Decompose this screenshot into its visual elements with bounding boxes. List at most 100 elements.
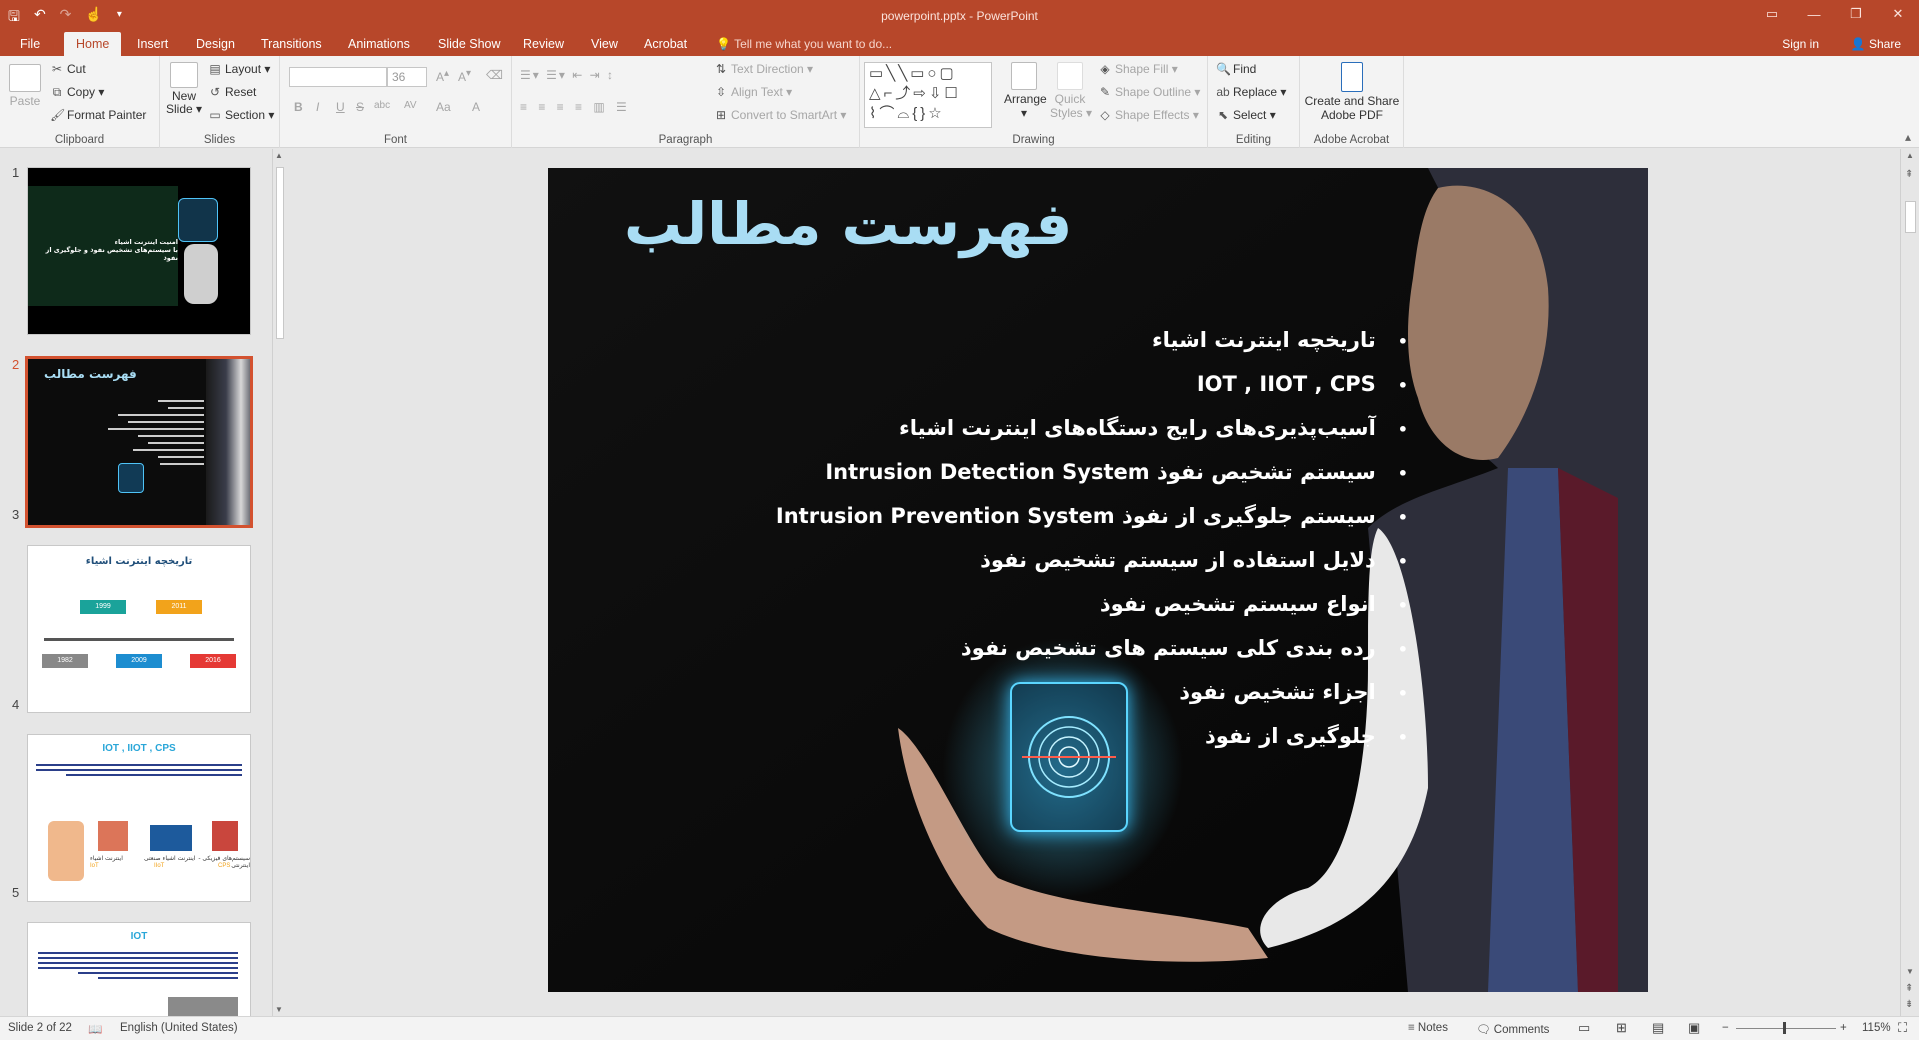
toc-item[interactable]: • IOT , IIOT , CPS: [776, 362, 1408, 406]
shape-outline-button[interactable]: ✎ Shape Outline ▾: [1098, 85, 1200, 99]
convert-smartart-button[interactable]: ⊞ Convert to SmartArt ▾: [714, 108, 846, 122]
thumb3-title: تاریخچه اینترنت اشیاء: [85, 556, 193, 567]
slideshow-icon[interactable]: ▣: [1688, 1020, 1700, 1036]
ribbon-display-icon[interactable]: ▭: [1751, 0, 1793, 28]
normal-view-icon[interactable]: ▭: [1578, 1020, 1590, 1036]
thumbnail-scroll-thumb[interactable]: [276, 167, 284, 339]
thumbnail-scrollbar[interactable]: ▲ ▼: [272, 149, 286, 1016]
tab-acrobat[interactable]: Acrobat: [636, 32, 695, 56]
toc-item[interactable]: • رده بندی کلی سیستم های تشخیص نفوذ: [776, 626, 1408, 670]
toc-item[interactable]: • آسیب‌پذیری‌های رایج دستگاه‌های اینترنت …: [776, 406, 1408, 450]
clear-formatting-icon[interactable]: ⌫: [486, 68, 503, 82]
find-button[interactable]: 🔍 Find: [1216, 62, 1256, 76]
main-scroll-thumb[interactable]: [1905, 201, 1916, 233]
new-slide-button[interactable]: New Slide ▾: [166, 62, 202, 116]
italic-button[interactable]: I: [316, 100, 319, 114]
tab-insert[interactable]: Insert: [129, 32, 176, 56]
shapes-gallery[interactable]: ▭╲╲▭○▢ △⌐⤴⇨⇩☐ ⌇⌒⌓{}☆: [864, 62, 992, 128]
format-painter-button[interactable]: 🖌 Format Painter: [50, 108, 146, 122]
next-slide-button[interactable]: ⇟: [1905, 999, 1913, 1010]
text-direction-button[interactable]: ⇅ Text Direction ▾: [714, 62, 813, 76]
close-icon[interactable]: ✕: [1877, 0, 1919, 28]
grow-font-icon[interactable]: A▴: [436, 68, 449, 84]
font-size-input[interactable]: 36: [387, 67, 427, 87]
tab-slide-show[interactable]: Slide Show: [430, 32, 509, 56]
toc-list[interactable]: •تاریخچه اینترنت اشیاء •IOT , IIOT , CPS •…: [776, 318, 1408, 758]
minimize-icon[interactable]: —: [1793, 0, 1835, 28]
reset-button[interactable]: ↺ Reset: [208, 85, 256, 99]
section-button[interactable]: ▭ Section ▾: [208, 108, 274, 122]
toc-item[interactable]: • جلوگیری از نفوذ: [776, 714, 1408, 758]
tab-review[interactable]: Review: [515, 32, 572, 56]
change-case-button[interactable]: Aa: [436, 100, 451, 114]
tab-file[interactable]: File: [12, 32, 48, 56]
toc-item[interactable]: • دلایل استفاده از سیستم تشخیص نفوذ: [776, 538, 1408, 582]
character-spacing-button[interactable]: AV: [404, 100, 417, 111]
text-shadow-button[interactable]: abc: [374, 100, 390, 111]
slide-title[interactable]: فهرست مطالب: [624, 190, 1072, 258]
thumbnail-slide-2[interactable]: فهرست مطالب: [25, 356, 253, 528]
shape-effects-button[interactable]: ◇ Shape Effects ▾: [1098, 108, 1198, 122]
bullet-icon: •: [1397, 332, 1408, 351]
tab-home[interactable]: Home: [64, 32, 122, 56]
share-button[interactable]: 👤 Share: [1851, 32, 1901, 56]
notes-button[interactable]: ≡ Notes: [1408, 1022, 1448, 1034]
slide-sorter-icon[interactable]: ⊞: [1616, 1020, 1627, 1036]
language-indicator[interactable]: English (United States): [120, 1022, 238, 1034]
toc-item[interactable]: • اجزاء تشخیص نفوذ: [776, 670, 1408, 714]
zoom-slider-thumb[interactable]: [1783, 1022, 1786, 1034]
strikethrough-button[interactable]: S: [356, 100, 364, 114]
scroll-up-icon[interactable]: ▲: [1906, 151, 1914, 160]
thumbnail-slide-4[interactable]: IOT , IIOT , CPS اینترنت اشیاء IoT اینتر…: [27, 734, 251, 902]
layout-button[interactable]: ▤ Layout ▾: [208, 62, 270, 76]
fit-to-window-icon[interactable]: ⛶: [1898, 1020, 1907, 1036]
copy-button[interactable]: ⧉ Copy ▾: [50, 85, 105, 100]
collapse-ribbon-icon[interactable]: ▴: [1905, 130, 1911, 144]
thumbnail-slide-5[interactable]: IOT: [27, 922, 251, 1016]
zoom-level[interactable]: 115%: [1862, 1022, 1891, 1034]
tab-design[interactable]: Design: [188, 32, 243, 56]
underline-button[interactable]: U: [336, 100, 345, 114]
tab-transitions[interactable]: Transitions: [253, 32, 330, 56]
quick-styles-button[interactable]: Quick Styles ▾: [1050, 62, 1092, 120]
replace-button[interactable]: ab Replace ▾: [1216, 85, 1286, 99]
paste-button[interactable]: Paste: [8, 64, 42, 108]
tab-animations[interactable]: Animations: [340, 32, 418, 56]
toc-item[interactable]: • سیستم تشخیص نفوذ Intrusion Detection Sy…: [776, 450, 1408, 494]
select-button[interactable]: ⬉ Select ▾: [1216, 108, 1276, 122]
restore-icon[interactable]: ❐: [1835, 0, 1877, 28]
select-label: Select: [1233, 108, 1267, 122]
thumbnail-slide-3[interactable]: تاریخچه اینترنت اشیاء 1999 2011 1982 200…: [27, 545, 251, 713]
reading-view-icon[interactable]: ▤: [1652, 1020, 1664, 1036]
font-color-button[interactable]: A: [472, 100, 480, 114]
scroll-down-icon[interactable]: ▼: [1906, 967, 1914, 976]
cut-button[interactable]: ✂ Cut: [50, 62, 86, 76]
zoom-in-button[interactable]: +: [1840, 1022, 1847, 1034]
align-text-button[interactable]: ⇳ Align Text ▾: [714, 85, 792, 99]
toc-item[interactable]: • سیستم جلوگیری از نفوذ Intrusion Prevent…: [776, 494, 1408, 538]
bullets-icon[interactable]: ☰▾ ☰▾ ⇤ ⇥ ↕: [520, 68, 615, 82]
toc-item[interactable]: • انواع سیستم تشخیص نفوذ: [776, 582, 1408, 626]
current-slide[interactable]: فهرست مطالب • تاریخچه اینترنت اشیاء • IOT ,…: [548, 168, 1648, 992]
tell-me-box[interactable]: 💡 Tell me what you want to do...: [716, 32, 892, 56]
align-icons[interactable]: ≡ ≡ ≡ ≡ ▥ ☰: [520, 100, 631, 114]
shrink-font-icon[interactable]: A▾: [458, 68, 471, 84]
create-share-pdf-button[interactable]: Create and Share Adobe PDF: [1304, 62, 1400, 122]
scroll-up-icon[interactable]: ▲: [275, 151, 283, 160]
tab-view[interactable]: View: [583, 32, 626, 56]
bold-button[interactable]: B: [294, 100, 303, 114]
arrange-button[interactable]: Arrange ▾: [1004, 62, 1047, 120]
comments-button[interactable]: 🗨 Comments: [1476, 1022, 1549, 1036]
zoom-slider-track[interactable]: [1736, 1028, 1836, 1029]
scroll-down-icon[interactable]: ▼: [275, 1005, 283, 1014]
previous-slide-button[interactable]: ⇞: [1905, 983, 1913, 994]
previous-slide-icon[interactable]: ⇞: [1905, 169, 1913, 180]
spellcheck-icon[interactable]: 📖: [88, 1022, 102, 1036]
sign-in-link[interactable]: Sign in: [1782, 32, 1819, 56]
zoom-out-button[interactable]: −: [1722, 1022, 1729, 1034]
font-name-input[interactable]: [289, 67, 387, 87]
toc-item[interactable]: • تاریخچه اینترنت اشیاء: [776, 318, 1408, 362]
vertical-scrollbar[interactable]: ▲ ⇞ ▼ ⇞ ⇟: [1900, 149, 1919, 1016]
shape-fill-button[interactable]: ◈ Shape Fill ▾: [1098, 62, 1177, 76]
thumbnail-slide-1[interactable]: امنیت اینترنت اشیاء با سیستم‌های تشخیص نف…: [27, 167, 251, 335]
